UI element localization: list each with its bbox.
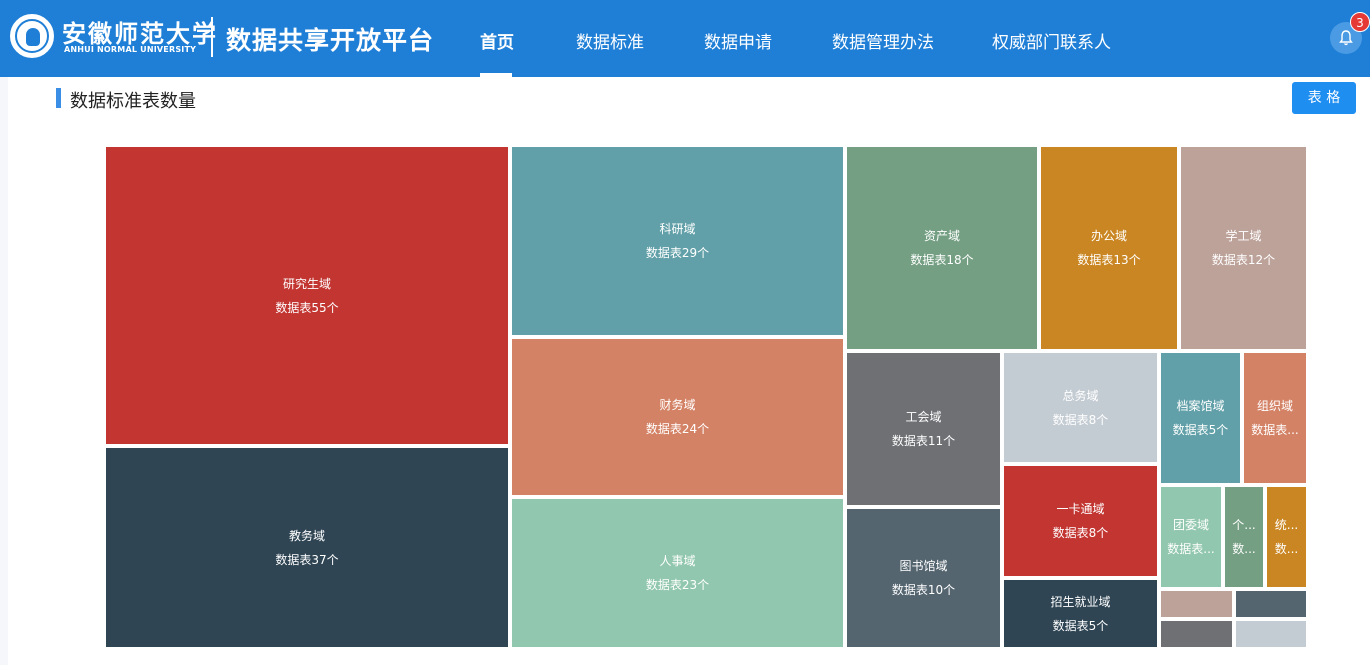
treemap-cell[interactable]: 招生就业域数据表5个: [1004, 580, 1157, 647]
platform-title: 数据共享开放平台: [226, 26, 435, 55]
table-view-button[interactable]: 表 格: [1292, 82, 1356, 114]
treemap-chart: 研究生域 数据表55个 教务域 数据表37个 科研域 数据表29个 财务域 数据表24个 人事域…: [106, 147, 1306, 647]
treemap-cell[interactable]: 档案馆域数据表5个: [1161, 353, 1240, 483]
treemap-cell-count: 数据表11个: [891, 434, 956, 448]
treemap-cell[interactable]: 团委域数据表...: [1161, 487, 1221, 587]
treemap-cell[interactable]: 一卡通域数据表8个: [1004, 466, 1157, 576]
treemap-cell[interactable]: 办公域数据表13个: [1041, 147, 1177, 349]
treemap-cell-count: 数据表23个: [645, 578, 710, 592]
treemap-cell-count: 数据表8个: [1052, 412, 1109, 427]
nav-contacts[interactable]: 权威部门联系人: [992, 28, 1111, 53]
treemap-cell-name: 统...: [1274, 518, 1299, 532]
treemap-cell-name: 总务域: [1062, 388, 1099, 403]
treemap-cell-name: 一卡通域: [1056, 502, 1105, 516]
treemap-cell-name: 组织域: [1256, 399, 1293, 413]
treemap-cell[interactable]: 统... 数...: [1267, 487, 1306, 587]
treemap-cell[interactable]: [1236, 591, 1306, 617]
treemap-cell-name: 团委域: [1172, 518, 1209, 532]
treemap-cell-name: 工会域: [905, 410, 942, 424]
treemap-cell-name: 档案馆域: [1176, 399, 1225, 413]
treemap-cell[interactable]: 图书馆域数据表10个: [847, 509, 1000, 647]
treemap-cell-count: 数据表5个: [1052, 618, 1109, 633]
treemap-cell-count: 数...: [1274, 542, 1299, 556]
treemap-cell[interactable]: 研究生域数据表55个: [106, 147, 508, 444]
university-name-cn: 安徽师范大学: [62, 19, 218, 48]
nav-data-policy[interactable]: 数据管理办法: [832, 28, 934, 53]
header-divider: [211, 17, 213, 57]
treemap-cell-count: 数据表37个: [275, 552, 339, 567]
treemap-cell-name: 财务域: [659, 398, 696, 412]
treemap-cell[interactable]: 个... 数...: [1225, 487, 1263, 587]
treemap-cell[interactable]: 工会域数据表11个: [847, 353, 1000, 505]
treemap-cell[interactable]: 财务域数据表24个: [512, 339, 843, 495]
treemap-cell[interactable]: 总务域数据表8个: [1004, 353, 1157, 462]
treemap-cell[interactable]: [1236, 621, 1306, 647]
treemap-cell-name: 招生就业域: [1050, 594, 1111, 609]
treemap-cell[interactable]: 教务域数据表37个: [106, 448, 508, 647]
treemap-cell-count: 数据表...: [1167, 542, 1215, 556]
treemap-cell-count: 数据表8个: [1052, 526, 1109, 540]
treemap-cell-count: 数据表29个: [645, 246, 710, 260]
treemap-cell-count: 数据表5个: [1172, 423, 1229, 437]
treemap-cell-count: 数据表12个: [1211, 253, 1276, 267]
treemap-cell[interactable]: 科研域数据表29个: [512, 147, 843, 335]
treemap-cell[interactable]: 人事域数据表23个: [512, 499, 843, 647]
nav-data-standard[interactable]: 数据标准: [576, 28, 644, 53]
treemap-cell[interactable]: [1161, 591, 1232, 617]
treemap-cell-count: 数据表13个: [1077, 253, 1141, 267]
treemap-cell-name: 人事域: [659, 554, 696, 568]
university-name-en: ANHUI NORMAL UNIVERSITY: [64, 45, 197, 54]
treemap-cell-count: 数据表24个: [645, 422, 710, 436]
treemap-cell-count: 数...: [1232, 542, 1256, 556]
top-header: 安徽师范大学 ANHUI NORMAL UNIVERSITY 数据共享开放平台 …: [0, 0, 1370, 77]
nav-data-apply[interactable]: 数据申请: [704, 28, 772, 53]
treemap-cell-name: 教务域: [288, 528, 325, 543]
treemap-cell-count: 数据表18个: [910, 253, 974, 267]
treemap-cell[interactable]: 资产域数据表18个: [847, 147, 1037, 349]
treemap-cell-count: 数据表10个: [891, 583, 956, 597]
section-title-accent: [56, 88, 61, 108]
treemap-cell[interactable]: 学工域数据表12个: [1181, 147, 1306, 349]
treemap-cell-count: 数据表55个: [275, 300, 339, 315]
treemap-cell[interactable]: 组织域数据表...: [1244, 353, 1306, 483]
notification-badge: 3: [1350, 12, 1370, 32]
treemap-cell-name: 学工域: [1225, 229, 1262, 243]
treemap-cell-name: 科研域: [659, 222, 696, 236]
nav-home[interactable]: 首页: [480, 28, 514, 53]
treemap-cell-name: 个...: [1232, 518, 1256, 532]
university-logo-icon: [10, 14, 54, 58]
treemap-cell-name: 图书馆域: [899, 559, 948, 573]
treemap-cell-name: 办公域: [1090, 229, 1127, 243]
section-title: 数据标准表数量: [70, 91, 196, 112]
treemap-cell-name: 资产域: [923, 229, 960, 243]
treemap-cell[interactable]: [1161, 621, 1232, 647]
treemap-cell-count: 数据表...: [1251, 423, 1299, 437]
treemap-cell-name: 研究生域: [282, 276, 331, 291]
